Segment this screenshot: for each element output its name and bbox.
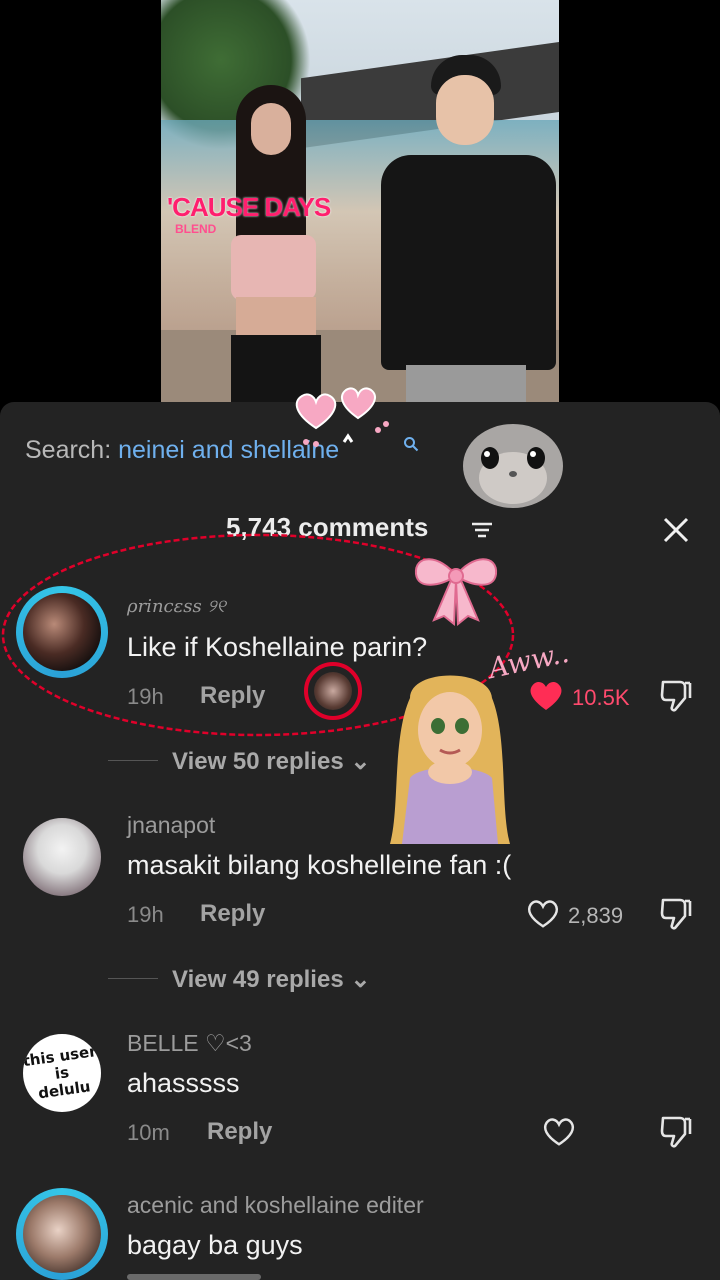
- dislike-icon[interactable]: [658, 678, 694, 714]
- comment-username[interactable]: jnanapot: [127, 812, 215, 839]
- view-replies-link[interactable]: View 50 replies ⌄: [172, 747, 370, 776]
- bow-sticker: [414, 558, 498, 626]
- heart-outline-icon[interactable]: [526, 898, 560, 930]
- video-player[interactable]: 'CAUSE DAYS BLEND: [161, 0, 559, 402]
- avatar[interactable]: [23, 818, 101, 896]
- heart-outline-icon[interactable]: [542, 1116, 576, 1148]
- avatar[interactable]: [23, 593, 101, 671]
- comment-time: 10m: [127, 1120, 170, 1145]
- avatar[interactable]: [23, 1195, 101, 1273]
- chevron-down-icon: ⌄: [350, 748, 371, 775]
- media-thumbnail-peek: [127, 1274, 261, 1280]
- comment-time: 19h: [127, 902, 164, 927]
- view-replies-link[interactable]: View 49 replies ⌄: [172, 965, 370, 994]
- hearts-sticker: [295, 387, 389, 447]
- comment-username[interactable]: acenic and koshellaine editer: [127, 1192, 424, 1219]
- search-icon[interactable]: [403, 436, 419, 452]
- comment-time: 19h: [127, 684, 164, 709]
- comment-text: bagay ba guys: [127, 1230, 303, 1260]
- reply-button[interactable]: Reply: [200, 900, 265, 928]
- reply-button[interactable]: Reply: [200, 682, 265, 710]
- dislike-icon[interactable]: [658, 896, 694, 932]
- video-person-girl: [216, 85, 331, 402]
- creator-liked-avatar: [314, 672, 352, 710]
- like-count: 2,839: [568, 903, 624, 928]
- rapunzel-sticker: [390, 675, 510, 844]
- comment-username[interactable]: ρrincεss ୨୧: [127, 596, 226, 617]
- dislike-icon[interactable]: [658, 1114, 694, 1150]
- search-prefix: Search:: [25, 436, 112, 464]
- video-person-boy: [381, 55, 556, 402]
- close-icon[interactable]: [660, 514, 692, 546]
- avatar[interactable]: this user is delulu: [23, 1034, 101, 1112]
- video-lyric-overlay: 'CAUSE DAYS: [167, 192, 331, 222]
- comment-text: ahasssss: [127, 1068, 240, 1098]
- video-lyric-sub: BLEND: [175, 222, 217, 236]
- chevron-down-icon: ⌄: [350, 966, 371, 993]
- view-replies-label: View 49 replies: [172, 966, 344, 993]
- view-replies-label: View 50 replies: [172, 748, 344, 775]
- comment-text: Like if Koshellaine parin?: [127, 632, 428, 662]
- comment-username[interactable]: BELLE ♡<3: [127, 1030, 252, 1057]
- replies-divider: [108, 978, 158, 979]
- replies-divider: [108, 760, 158, 761]
- like-count: 10.5K: [572, 685, 630, 710]
- reply-button[interactable]: Reply: [207, 1118, 272, 1146]
- hamster-sticker: [463, 424, 563, 508]
- heart-filled-icon[interactable]: [528, 680, 564, 712]
- comment-text: masakit bilang koshelleine fan :(: [127, 850, 512, 880]
